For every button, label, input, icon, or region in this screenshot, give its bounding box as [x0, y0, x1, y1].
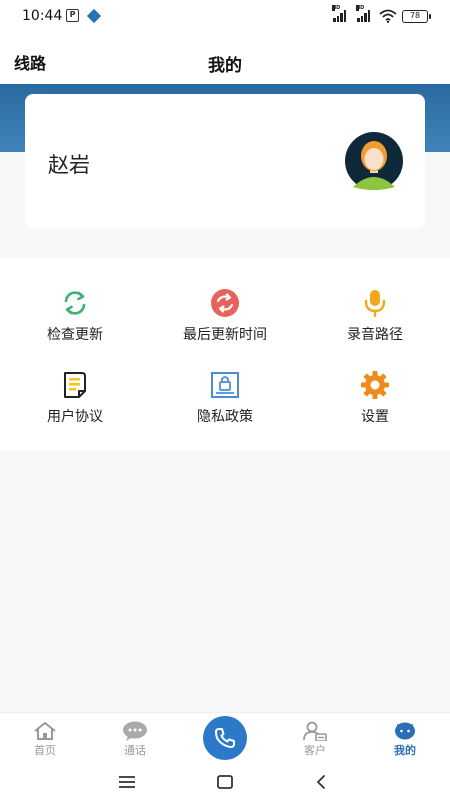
signal-2-icon: HD: [356, 5, 370, 22]
notification-app-icon: P: [66, 9, 79, 22]
gear-icon: [361, 371, 389, 399]
header: 线路 我的: [0, 34, 450, 84]
recording-path-label: 录音路径: [347, 327, 403, 343]
mine-icon: [395, 722, 415, 740]
settings-item[interactable]: 设置: [300, 370, 450, 426]
avatar[interactable]: [339, 132, 409, 190]
nav-calls[interactable]: 通话: [105, 721, 165, 758]
check-update-item[interactable]: 检查更新: [0, 288, 150, 344]
check-update-label: 检查更新: [47, 327, 103, 343]
menu-button[interactable]: [112, 770, 142, 794]
settings-label: 设置: [361, 409, 389, 425]
nav-customers-label: 客户: [304, 744, 326, 757]
recording-path-item[interactable]: 录音路径: [300, 288, 450, 344]
bottom-nav: 首页 通话 客户 我的: [0, 712, 450, 764]
home-icon: [34, 722, 56, 740]
battery-icon: 78: [402, 9, 431, 23]
nav-calls-label: 通话: [124, 744, 146, 757]
sync-circle-icon: [211, 289, 239, 317]
phone-icon: [215, 728, 235, 748]
menu-lines-icon: [119, 776, 135, 788]
last-update-time-item[interactable]: 最后更新时间: [150, 288, 300, 344]
microphone-icon: [364, 290, 386, 318]
privacy-policy-label: 隐私政策: [197, 409, 253, 425]
privacy-lock-icon: [211, 372, 239, 398]
status-right-icons: HD HD 78: [332, 5, 431, 23]
refresh-icon: [64, 291, 86, 315]
profile-name: 赵岩: [48, 153, 90, 177]
nav-mine-label: 我的: [394, 744, 416, 757]
menu-grid: 检查更新 最后更新时间 录音路径 用户协议 隐私政策 设置: [0, 258, 450, 450]
user-agreement-label: 用户协议: [47, 409, 103, 425]
profile-card[interactable]: 赵岩: [25, 94, 425, 228]
dial-button[interactable]: [203, 716, 247, 760]
notification-diamond-icon: [86, 8, 102, 23]
back-button[interactable]: [306, 770, 336, 794]
nav-home-label: 首页: [34, 744, 56, 757]
signal-1-icon: HD: [332, 5, 346, 22]
home-system-button[interactable]: [210, 770, 240, 794]
customer-icon: [303, 721, 327, 741]
chat-bubble-icon: [123, 721, 147, 741]
square-home-icon: [217, 775, 233, 789]
nav-mine[interactable]: 我的: [375, 721, 435, 758]
last-update-time-label: 最后更新时间: [183, 327, 267, 343]
wifi-icon: [379, 9, 397, 23]
status-bar: 10:44 P HD HD 78: [0, 0, 450, 34]
nav-customers[interactable]: 客户: [285, 721, 345, 758]
privacy-policy-item[interactable]: 隐私政策: [150, 370, 300, 426]
user-agreement-item[interactable]: 用户协议: [0, 370, 150, 426]
page-title: 我的: [208, 56, 242, 76]
system-nav-bar: [0, 764, 450, 800]
back-chevron-icon: [317, 775, 325, 789]
status-time: 10:44: [22, 8, 63, 24]
status-notification-icons: P: [66, 8, 102, 23]
nav-home[interactable]: 首页: [15, 721, 75, 758]
document-icon: [64, 372, 86, 398]
